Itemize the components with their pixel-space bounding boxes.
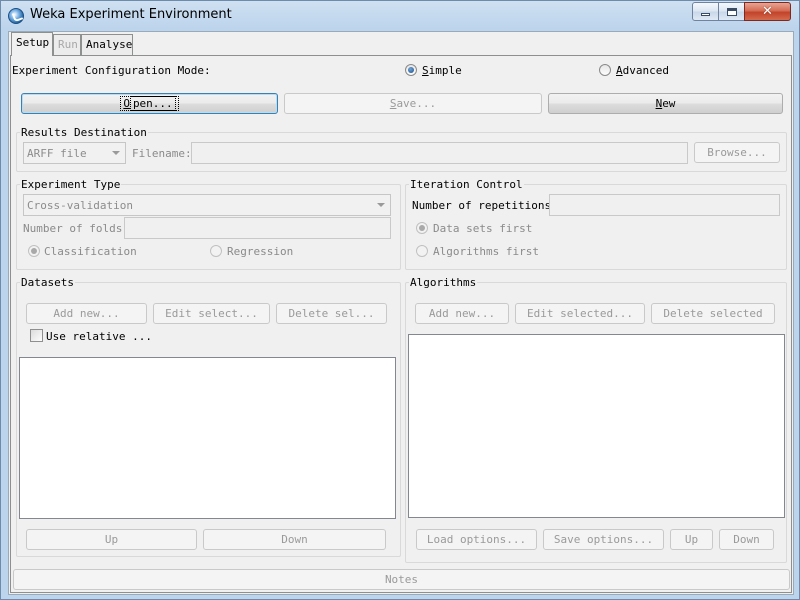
simple-mode-label[interactable]: Simple [422, 64, 462, 77]
window-title: Weka Experiment Environment [30, 7, 232, 22]
advanced-mode-label[interactable]: Advanced [616, 64, 669, 77]
experiment-type-title: Experiment Type [20, 178, 122, 191]
experiment-type-select[interactable]: Cross-validation [23, 194, 391, 216]
destination-format-select[interactable]: ARFF file [23, 142, 126, 164]
chevron-down-icon [377, 203, 385, 207]
datasets-down-button[interactable]: Down [203, 529, 386, 550]
experiment-type-value: Cross-validation [27, 199, 133, 212]
config-mode-label: Experiment Configuration Mode: [12, 64, 211, 77]
close-icon: ✕ [762, 4, 773, 19]
tab-analyse[interactable]: Analyse [81, 34, 133, 55]
new-button[interactable]: New [548, 93, 783, 114]
close-button[interactable]: ✕ [744, 2, 791, 21]
open-button-label: Open... [120, 96, 179, 111]
folds-input[interactable] [124, 217, 391, 239]
repetitions-label: Number of repetitions: [412, 199, 558, 212]
algorithms-up-button[interactable]: Up [670, 529, 713, 550]
app-window: Weka Experiment Environment ✕ Setup Run … [0, 0, 800, 600]
browse-button[interactable]: Browse... [694, 142, 780, 163]
client-area: Setup Run Analyse Experiment Configurati… [8, 31, 794, 595]
datasets-list[interactable] [19, 357, 396, 519]
filename-label: Filename: [132, 147, 192, 160]
advanced-mode-radio[interactable] [599, 64, 611, 76]
simple-mode-radio[interactable] [405, 64, 417, 76]
tab-setup[interactable]: Setup [11, 32, 53, 56]
algorithms-list[interactable] [408, 334, 785, 518]
classification-radio[interactable] [28, 245, 40, 257]
save-options-button[interactable]: Save options... [543, 529, 664, 550]
datasets-edit-selected-button[interactable]: Edit select... [153, 303, 270, 324]
load-options-button[interactable]: Load options... [416, 529, 537, 550]
algorithms-first-label: Algorithms first [433, 245, 539, 258]
open-button[interactable]: Open... [21, 93, 278, 114]
regression-radio[interactable] [210, 245, 222, 257]
algorithms-title: Algorithms [409, 276, 478, 289]
regression-label: Regression [227, 245, 294, 258]
weka-app-icon [8, 8, 24, 24]
classification-label: Classification [44, 245, 137, 258]
algorithms-add-new-button[interactable]: Add new... [415, 303, 509, 324]
iteration-control-title: Iteration Control [409, 178, 524, 191]
tab-run[interactable]: Run [53, 34, 81, 55]
minimize-icon [701, 13, 710, 16]
save-button[interactable]: Save... [284, 93, 542, 114]
maximize-icon [726, 7, 737, 16]
algorithms-delete-selected-button[interactable]: Delete selected [651, 303, 775, 324]
chevron-down-icon [112, 151, 120, 155]
filename-input[interactable] [191, 142, 688, 164]
destination-format-value: ARFF file [27, 147, 87, 160]
datasets-first-radio[interactable] [416, 222, 428, 234]
notes-button[interactable]: Notes [13, 569, 790, 590]
use-relative-checkbox[interactable] [30, 329, 43, 342]
repetitions-input[interactable] [549, 194, 780, 216]
algorithms-edit-selected-button[interactable]: Edit selected... [515, 303, 645, 324]
algorithms-first-radio[interactable] [416, 245, 428, 257]
datasets-delete-selected-button[interactable]: Delete sel... [276, 303, 387, 324]
algorithms-down-button[interactable]: Down [719, 529, 774, 550]
datasets-first-label: Data sets first [433, 222, 533, 235]
title-bar[interactable]: Weka Experiment Environment ✕ [1, 1, 799, 31]
datasets-up-button[interactable]: Up [26, 529, 197, 550]
datasets-add-new-button[interactable]: Add new... [26, 303, 147, 324]
maximize-button[interactable] [718, 2, 745, 21]
datasets-title: Datasets [20, 276, 75, 289]
results-destination-title: Results Destination [20, 126, 148, 139]
minimize-button[interactable] [692, 2, 719, 21]
folds-label: Number of folds: [23, 222, 129, 235]
use-relative-label: Use relative ... [46, 330, 152, 343]
setup-panel: Experiment Configuration Mode: Simple Ad… [10, 55, 792, 593]
